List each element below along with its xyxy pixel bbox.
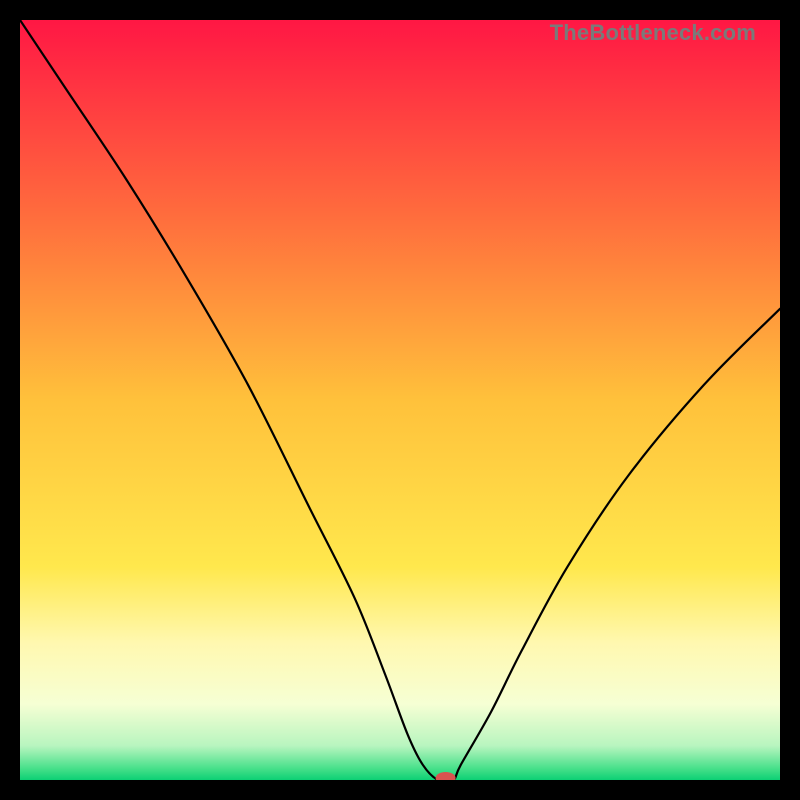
chart-frame: TheBottleneck.com [20,20,780,780]
plot-area [20,20,780,780]
gradient-background [20,20,780,780]
watermark-text: TheBottleneck.com [550,20,756,46]
bottleneck-chart [20,20,780,780]
